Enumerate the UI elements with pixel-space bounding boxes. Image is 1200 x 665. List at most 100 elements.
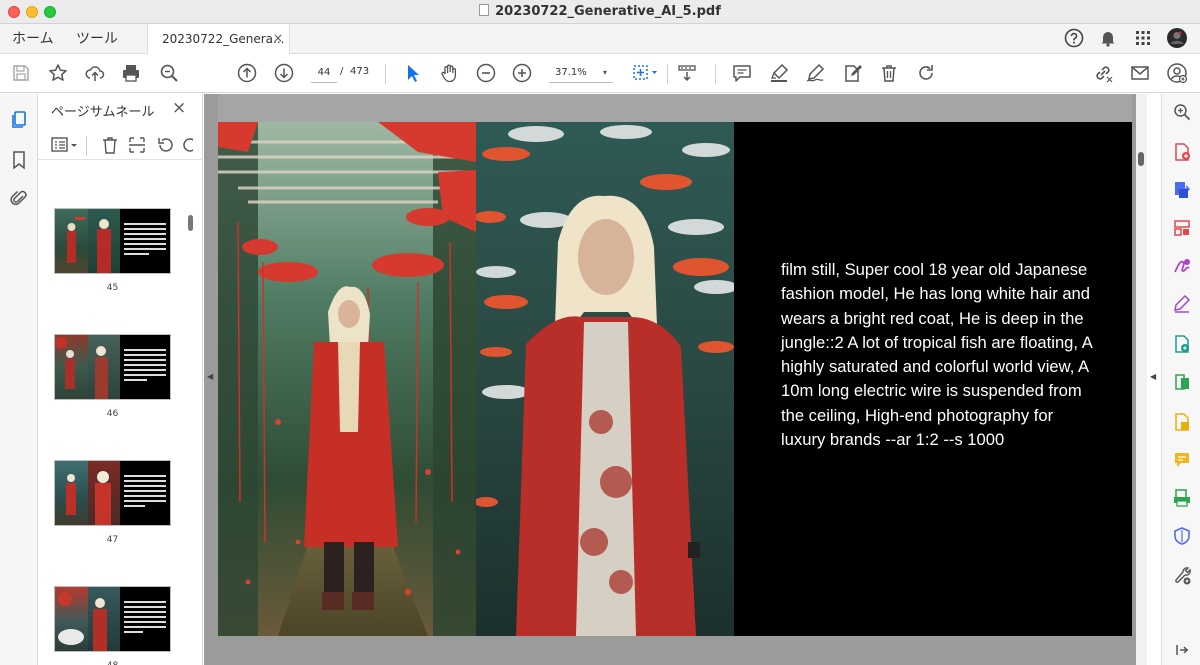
thumbnail-image [54, 460, 171, 526]
thumbnail-panel: ページサムネール × 45 46 47 [38, 94, 203, 665]
page-thumbnail[interactable]: 46 [54, 334, 171, 419]
scrollbar-thumb[interactable] [1138, 152, 1144, 166]
scroll-mode-icon[interactable] [676, 62, 698, 84]
right-tools-rail: ◀ [1147, 94, 1200, 665]
page-down-icon[interactable] [273, 62, 295, 84]
avatar[interactable] [1166, 27, 1188, 49]
document-tab-label: 20230722_Genera... [162, 32, 285, 46]
panel-toolbar [38, 130, 203, 160]
zoom-level-select[interactable]: 37.1% ▾ [549, 63, 613, 83]
toolbar-divider [385, 64, 386, 84]
zoom-level-value: 37.1% [555, 67, 587, 78]
zoom-in-icon[interactable] [511, 62, 533, 84]
thumbnail-image [54, 208, 171, 274]
panel-title: ページサムネール [51, 105, 155, 120]
document-icon [479, 4, 490, 16]
thumbnail-page-number: 48 [54, 661, 171, 665]
comment-icon[interactable] [1172, 450, 1192, 470]
prompt-text: film still, Super cool 18 year old Japan… [781, 260, 1092, 450]
delete-page-icon[interactable] [100, 136, 120, 154]
page-up-icon[interactable] [236, 62, 258, 84]
options-menu-icon[interactable] [50, 136, 80, 154]
thumbnail-image [54, 586, 171, 652]
fish-model-image [476, 122, 734, 636]
document-viewer[interactable]: ◀ film still, Super cool 18 year old Jap… [204, 94, 1147, 665]
page-separator: / [340, 66, 344, 77]
notification-bell-icon[interactable] [1097, 27, 1119, 49]
link-icon[interactable] [1092, 62, 1114, 84]
save-icon[interactable] [10, 62, 32, 84]
attachment-icon[interactable] [9, 188, 29, 208]
tools-strip [1161, 94, 1200, 665]
select-cursor-icon[interactable] [402, 62, 424, 84]
fill-sign-icon[interactable] [1172, 294, 1192, 314]
collapse-panel-icon[interactable] [1172, 640, 1192, 660]
previous-page-edge [218, 94, 1132, 122]
expand-right-panel-icon[interactable]: ◀ [1150, 372, 1156, 381]
mail-icon[interactable] [1129, 62, 1151, 84]
upload-icon[interactable] [84, 62, 106, 84]
title-bar: 20230722_Generative_AI_5.pdf [0, 0, 1200, 24]
close-panel-button[interactable]: × [172, 98, 186, 118]
combine-icon[interactable] [1172, 372, 1192, 392]
collapse-left-panel-icon[interactable]: ◀ [207, 372, 213, 381]
thumbnail-image [54, 334, 171, 400]
thumbnail-page-number: 46 [106, 409, 119, 419]
total-pages: 473 [350, 66, 370, 77]
page-number-input[interactable]: 44 [311, 63, 337, 83]
scan-icon[interactable] [1172, 488, 1192, 508]
page-thumbnail[interactable]: 47 [54, 460, 171, 545]
highlight-icon[interactable] [768, 62, 790, 84]
rotate-icon[interactable] [915, 62, 937, 84]
apps-grid-icon[interactable] [1132, 27, 1154, 49]
menu-tools[interactable]: ツール [76, 28, 118, 48]
zoom-search-icon[interactable] [158, 62, 180, 84]
page-thumbnail[interactable]: 48 [54, 586, 171, 665]
thumbnail-page-number: 45 [106, 283, 119, 293]
add-user-icon[interactable] [1166, 62, 1188, 84]
menu-home[interactable]: ホーム [12, 28, 54, 48]
document-tab[interactable]: 20230722_Genera... × [147, 24, 290, 55]
rotate-left-icon[interactable] [155, 136, 175, 154]
panel-divider [86, 136, 87, 156]
request-sign-icon[interactable] [1172, 256, 1192, 276]
close-tab-button[interactable]: × [273, 31, 283, 45]
more-tools-icon[interactable] [1172, 566, 1192, 586]
page-thumbnails-icon[interactable] [9, 110, 29, 130]
page-thumbnail[interactable]: 45 [54, 208, 171, 293]
print-icon[interactable] [120, 62, 142, 84]
zoom-out-icon[interactable] [475, 62, 497, 84]
toolbar: 44 / 473 37.1% ▾ [0, 54, 1200, 93]
toolbar-divider [667, 64, 668, 84]
window-title: 20230722_Generative_AI_5.pdf [0, 4, 1200, 19]
thumbnail-page-number: 47 [106, 535, 119, 545]
edit-pdf-icon[interactable] [1172, 334, 1192, 354]
delete-icon[interactable] [878, 62, 900, 84]
thumbnail-scrollbar[interactable] [188, 170, 195, 660]
star-icon[interactable] [47, 62, 69, 84]
rotate-right-icon[interactable] [181, 136, 193, 154]
hand-icon[interactable] [438, 62, 460, 84]
chevron-down-icon: ▾ [602, 68, 607, 77]
pdf-page: film still, Super cool 18 year old Japan… [218, 122, 1132, 636]
search-doc-icon[interactable] [1172, 102, 1192, 122]
export-pdf-icon[interactable] [1172, 180, 1192, 200]
compress-icon[interactable] [1172, 412, 1192, 432]
extract-page-icon[interactable] [127, 136, 147, 154]
protect-icon[interactable] [1172, 526, 1192, 546]
left-rail [0, 94, 38, 665]
create-pdf-icon[interactable] [1172, 142, 1192, 162]
scrollbar-thumb[interactable] [188, 215, 193, 231]
document-scrollbar[interactable] [1136, 94, 1147, 665]
marquee-zoom-icon[interactable] [630, 62, 660, 84]
jungle-model-image [218, 122, 476, 636]
menu-row: ホーム ツール 20230722_Genera... × [0, 24, 1200, 55]
comment-icon[interactable] [731, 62, 753, 84]
organize-pages-icon[interactable] [1172, 218, 1192, 238]
toolbar-divider [715, 64, 716, 84]
draw-icon[interactable] [804, 62, 826, 84]
help-icon[interactable] [1063, 27, 1085, 49]
window-title-text: 20230722_Generative_AI_5.pdf [495, 4, 721, 19]
bookmark-icon[interactable] [9, 150, 29, 170]
fill-sign-icon[interactable] [841, 62, 863, 84]
